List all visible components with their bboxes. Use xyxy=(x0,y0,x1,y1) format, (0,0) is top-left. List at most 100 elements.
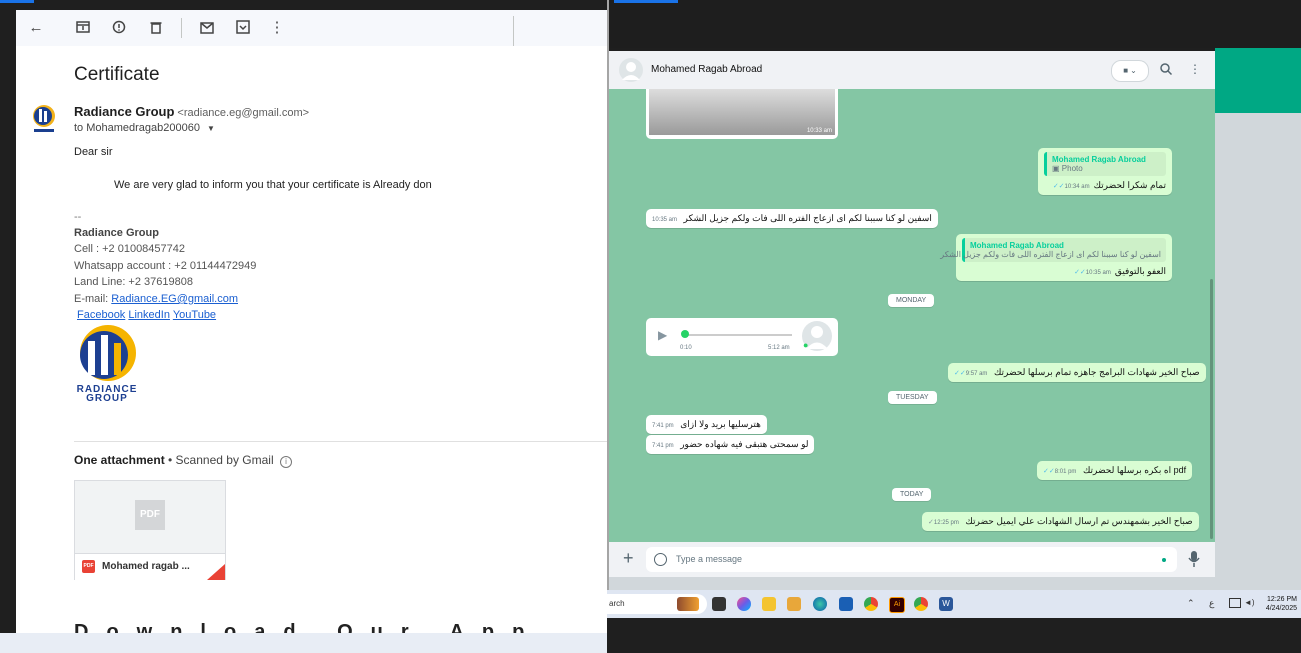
signature-email-link[interactable]: Radiance.EG@gmail.com xyxy=(111,293,238,305)
attach-plus-icon[interactable]: + xyxy=(623,549,634,567)
chevron-down-icon[interactable]: ▼ xyxy=(207,124,215,133)
linkedin-link[interactable]: LinkedIn xyxy=(128,309,170,321)
message-time: 7:41 pm xyxy=(652,423,674,429)
message-text: العفو بالتوفيق xyxy=(1114,266,1166,276)
desktop-background xyxy=(607,618,1301,653)
quote-text: Photo xyxy=(1061,164,1083,173)
message-outgoing[interactable]: Mohamed Ragab Abroad اسفين لو كنا سببنا … xyxy=(940,234,1172,281)
gmail-top-strip xyxy=(0,0,607,10)
signature-email-label: E-mail: xyxy=(74,293,112,305)
play-icon[interactable]: ▶ xyxy=(658,328,667,342)
whatsapp-green-band xyxy=(1215,48,1301,113)
download-app-banner: Download Our App xyxy=(74,621,543,633)
message-text: صباح الخير شهادات البرامج جاهزه تمام برس… xyxy=(993,367,1200,377)
message-outgoing[interactable]: Mohamed Ragab Abroad ▣ Photo 10:34 am✓✓ … xyxy=(1038,148,1172,195)
move-to-icon[interactable] xyxy=(229,13,257,41)
recipient-line[interactable]: to Mohamedragab200060 ▼ xyxy=(74,122,215,134)
file-explorer-icon[interactable] xyxy=(762,597,776,611)
network-icon[interactable] xyxy=(1229,598,1241,608)
voice-progress-track[interactable] xyxy=(682,334,792,336)
message-time: 10:33 am xyxy=(806,128,832,134)
message-text: تمام شكرا لحضرتك xyxy=(1093,180,1166,190)
message-incoming[interactable]: لو سمحتى هتبقى فيه شهاده حضور 7:41 pm xyxy=(646,435,815,454)
video-camera-icon: ■ xyxy=(1123,66,1129,75)
double-check-icon: ✓✓ xyxy=(1043,468,1055,475)
youtube-link[interactable]: YouTube xyxy=(173,309,216,321)
window-divider xyxy=(607,0,609,590)
social-links: Facebook LinkedIn YouTube xyxy=(77,307,216,323)
dropdown-caret-icon: ⌄ xyxy=(1130,66,1137,75)
microphone-icon[interactable] xyxy=(1187,550,1201,568)
radiance-logo: RADIANCE GROUP xyxy=(74,323,144,405)
language-indicator[interactable]: ع xyxy=(1209,598,1214,609)
app-icon[interactable] xyxy=(787,597,801,611)
chevron-up-icon[interactable]: ⌃ xyxy=(1187,598,1195,609)
pdf-file-icon: PDF xyxy=(82,560,95,573)
voice-progress-knob[interactable] xyxy=(681,330,689,338)
pdf-corner-fold xyxy=(207,564,225,580)
more-options-icon[interactable]: ⋮ xyxy=(263,13,291,41)
video-call-button[interactable]: ■ ⌄ xyxy=(1111,60,1149,82)
message-outgoing[interactable]: صباح الخير بشمهندس تم ارسال الشهادات علي… xyxy=(922,512,1199,531)
message-incoming[interactable]: اسفين لو كنا سببنا لكم اى ازعاج الفتره ا… xyxy=(646,209,938,228)
gmail-window: ← ⋮ Certificate Radiance Group <radiance… xyxy=(16,10,607,633)
logo-text: RADIANCE GROUP xyxy=(74,385,140,404)
voice-message[interactable]: ▶ 0:10 5:12 am ● xyxy=(646,318,838,356)
attachment-footer: PDF Mohamed ragab ... xyxy=(75,553,225,580)
message-time: 10:35 am xyxy=(1085,270,1111,276)
info-icon[interactable]: i xyxy=(279,456,292,468)
task-view-icon[interactable] xyxy=(712,597,726,611)
quoted-message[interactable]: Mohamed Ragab Abroad اسفين لو كنا سببنا … xyxy=(940,238,1166,262)
mark-unread-icon[interactable] xyxy=(193,13,221,41)
taskbar-search-box[interactable]: arch xyxy=(607,594,707,614)
chrome-icon-2[interactable] xyxy=(914,597,928,611)
menu-icon[interactable]: ⋮ xyxy=(1189,62,1201,76)
taskbar-search-text: arch xyxy=(609,599,625,608)
sender-email: <radiance.eg@gmail.com> xyxy=(177,107,310,119)
search-highlight-icon xyxy=(677,597,699,611)
contact-avatar[interactable] xyxy=(619,58,643,82)
message-time: 7:41 pm xyxy=(652,443,674,449)
gmail-toolbar: ← ⋮ xyxy=(16,10,607,46)
chat-area: 10:33 am Mohamed Ragab Abroad ▣ Photo 10… xyxy=(609,89,1215,542)
attachments-heading: One attachment xyxy=(74,453,165,467)
chat-header: Mohamed Ragab Abroad ■ ⌄ ⋮ xyxy=(609,51,1215,89)
edge-icon[interactable] xyxy=(813,597,827,611)
double-check-icon: ✓✓ xyxy=(954,370,966,377)
quoted-message[interactable]: Mohamed Ragab Abroad ▣ Photo xyxy=(1044,152,1166,176)
attachment-card[interactable]: PDF PDF Mohamed ragab ... xyxy=(74,480,226,580)
quote-photo: ▣ Photo xyxy=(1052,164,1161,173)
message-time: 9:57 am xyxy=(965,371,988,377)
trash-icon[interactable] xyxy=(142,13,170,41)
image-message[interactable]: 10:33 am xyxy=(646,89,838,139)
status-dot xyxy=(1162,558,1166,562)
message-outgoing[interactable]: pdf اه بكره برسلها لحضرتك 8:01 pm✓✓ xyxy=(1037,461,1193,480)
email-greeting: Dear sir xyxy=(74,146,113,158)
microphone-icon: ● xyxy=(803,340,809,350)
back-arrow-icon[interactable]: ← xyxy=(22,13,50,41)
report-spam-icon[interactable] xyxy=(105,13,133,41)
email-message: We are very glad to inform you that your… xyxy=(114,179,432,191)
archive-icon[interactable] xyxy=(69,13,97,41)
search-icon[interactable] xyxy=(1159,62,1173,76)
contact-name[interactable]: Mohamed Ragab Abroad xyxy=(651,64,762,75)
day-separator-today: TODAY xyxy=(892,488,932,501)
chrome-icon[interactable] xyxy=(864,597,878,611)
message-incoming[interactable]: هترسليها بريد ولا ازاى 7:41 pm xyxy=(646,415,767,434)
copilot-icon[interactable] xyxy=(737,597,751,611)
facebook-link[interactable]: Facebook xyxy=(77,309,125,321)
volume-icon[interactable]: ◄) xyxy=(1244,598,1255,607)
whatsapp-titlebar xyxy=(607,0,1301,48)
word-icon[interactable]: W xyxy=(939,597,953,611)
illustrator-icon[interactable]: Ai xyxy=(889,597,905,613)
window-accent xyxy=(0,0,34,3)
calculator-icon[interactable] xyxy=(839,597,853,611)
signature-whatsapp: Whatsapp account : +2 01144472949 xyxy=(74,260,257,272)
message-outgoing[interactable]: صباح الخير شهادات البرامج جاهزه تمام برس… xyxy=(948,363,1206,382)
clock[interactable]: 12:26 PM 4/24/2025 xyxy=(1263,595,1297,613)
sender-line: Radiance Group <radiance.eg@gmail.com> xyxy=(74,104,309,119)
windows-taskbar: arch Ai W ⌃ ع ◄) 12:26 PM 4/24/2025 xyxy=(607,590,1301,618)
message-input[interactable]: Type a message xyxy=(646,547,1177,572)
emoji-icon[interactable] xyxy=(654,553,667,566)
chat-scrollbar[interactable] xyxy=(1210,279,1213,539)
